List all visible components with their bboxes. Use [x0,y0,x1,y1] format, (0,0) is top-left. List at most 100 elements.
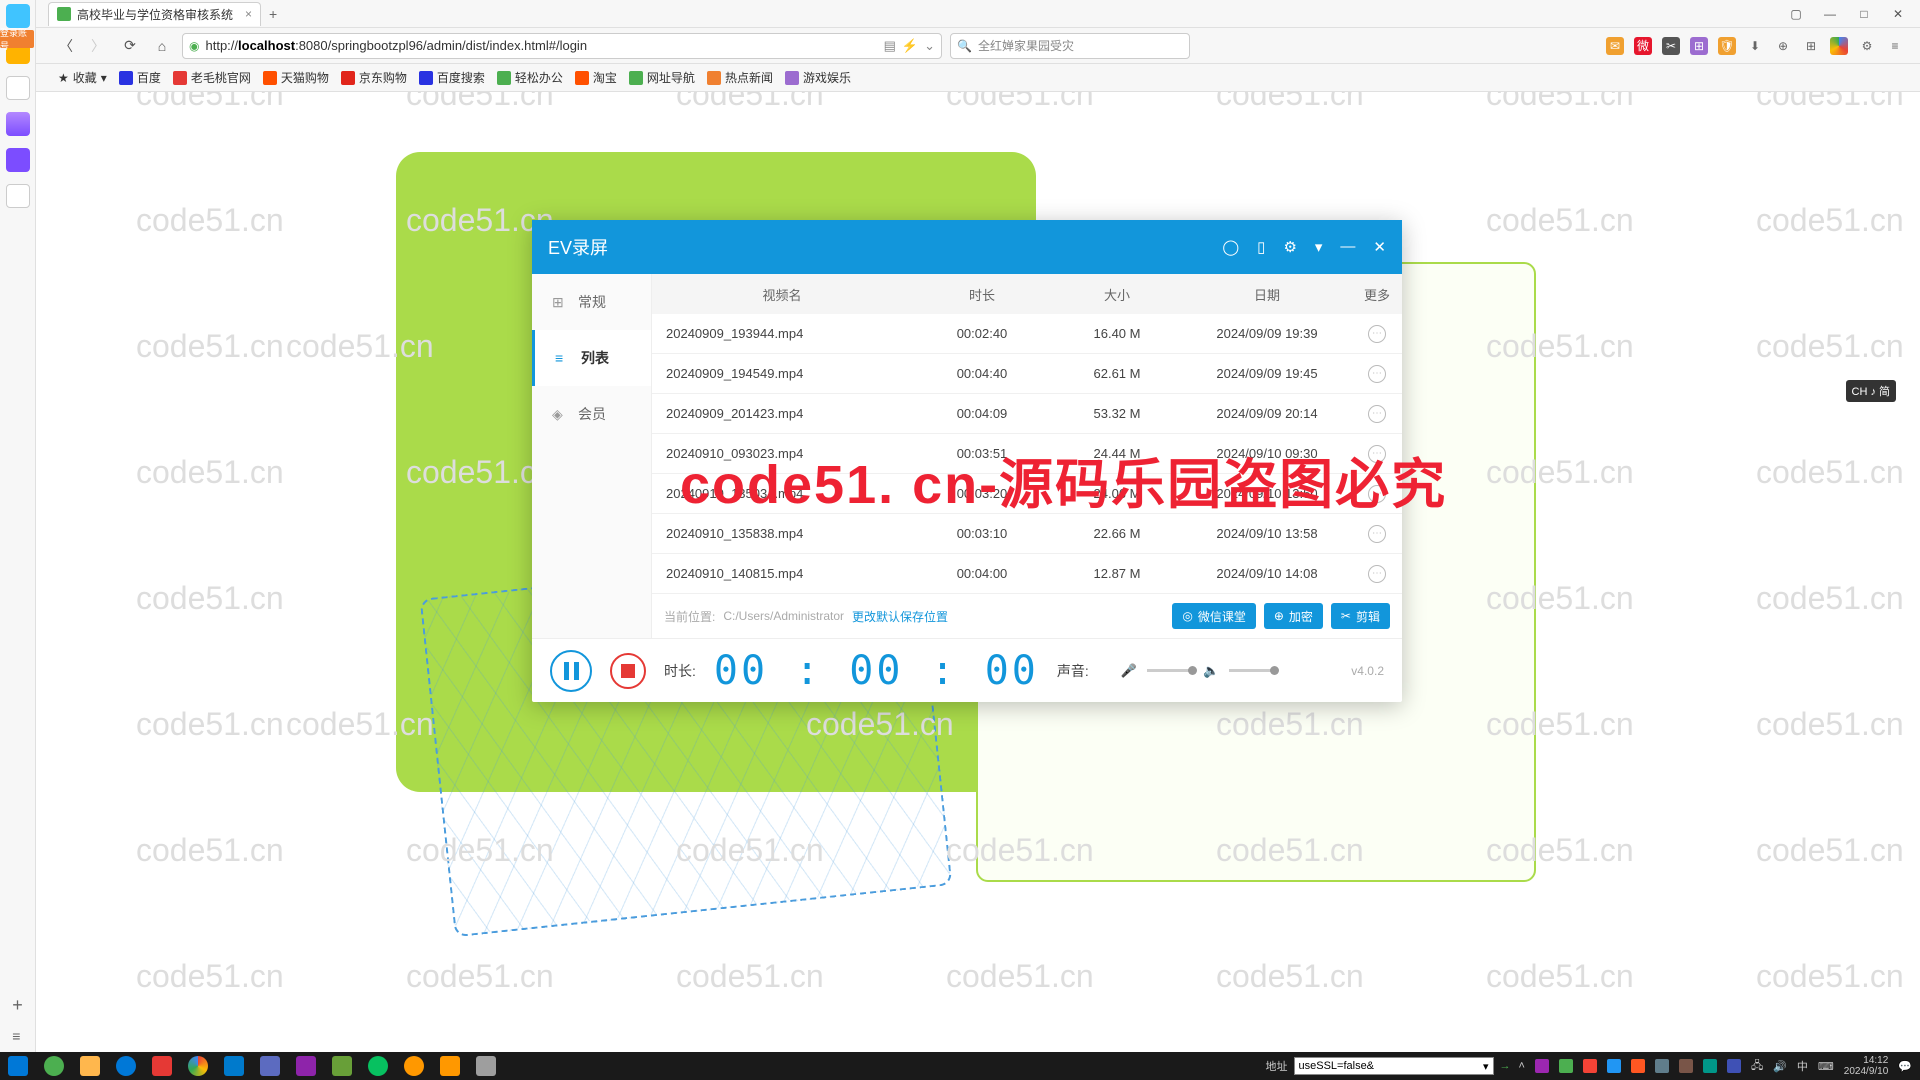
tray-icon[interactable] [1655,1059,1669,1073]
chevron-down-icon[interactable]: ⌄ [924,38,935,54]
dock-icon-5[interactable] [6,148,30,172]
gear-icon[interactable]: ⚙ [1858,37,1876,55]
tray-up-icon[interactable]: ˄ [1519,1060,1525,1072]
dock-add-button[interactable]: + [12,995,23,1016]
gear-icon[interactable]: ⚙ [1283,238,1296,256]
ev-title-bar[interactable]: EV录屏 ◯ ▯ ⚙ ▾ — ✕ [532,220,1402,274]
sidebar-item-list[interactable]: ≡ 列表 [532,330,651,386]
maximize-button[interactable]: □ [1850,4,1878,24]
dock-icon-3[interactable] [6,76,30,100]
chevron-down-icon[interactable]: ▾ [1315,238,1323,256]
tray-icon[interactable] [1703,1059,1717,1073]
ev-recorder-window[interactable]: EV录屏 ◯ ▯ ⚙ ▾ — ✕ ⊞ 常规 ≡ 列表 ◈ 会员 [532,220,1402,702]
tb-app5[interactable] [468,1052,504,1080]
tray-keyboard-icon[interactable]: ⌨ [1818,1060,1834,1073]
wechat-class-button[interactable]: ◎微信课堂 [1172,603,1256,629]
tb-explorer[interactable] [72,1052,108,1080]
dock-icon-1[interactable] [6,4,30,28]
speaker-icon[interactable]: 🔈 [1203,663,1219,679]
tray-volume-icon[interactable]: 🔊 [1773,1060,1787,1073]
tb-app1[interactable] [252,1052,288,1080]
layout-icon[interactable]: ▢ [1782,4,1810,24]
sidebar-item-member[interactable]: ◈ 会员 [532,386,651,442]
user-icon[interactable]: ◯ [1222,238,1239,256]
tray-icon[interactable] [1535,1059,1549,1073]
bookmark-games[interactable]: 游戏娱乐 [785,69,851,86]
tb-chrome[interactable] [180,1052,216,1080]
sidebar-item-normal[interactable]: ⊞ 常规 [532,274,651,330]
tb-wechat[interactable] [360,1052,396,1080]
close-button[interactable]: ✕ [1884,4,1912,24]
mic-slider[interactable] [1147,669,1193,672]
tb-360[interactable] [36,1052,72,1080]
change-location-link[interactable]: 更改默认保存位置 [852,608,948,625]
more-button[interactable]: ⋯ [1368,325,1386,343]
tb-vscode[interactable] [216,1052,252,1080]
more-button[interactable]: ⋯ [1368,405,1386,423]
cut-button[interactable]: ✂剪辑 [1331,603,1390,629]
table-row[interactable]: 20240910_140815.mp400:04:0012.87 M2024/0… [652,554,1402,594]
tb-wps[interactable] [144,1052,180,1080]
qr-icon[interactable]: ▤ [884,38,896,54]
bookmark-tmall[interactable]: 天猫购物 [263,69,329,86]
reload-button[interactable]: ⟳ [118,34,142,58]
tray-network-icon[interactable]: 🖧 [1751,1057,1763,1076]
tray-icon[interactable] [1559,1059,1573,1073]
home-button[interactable]: ⌂ [150,34,174,58]
bookmark-baidu[interactable]: 百度 [119,69,161,86]
tb-go-icon[interactable]: → [1500,1060,1511,1072]
tray-icon[interactable] [1727,1059,1741,1073]
bookmark-baidusearch[interactable]: 百度搜索 [419,69,485,86]
bookmark-news[interactable]: 热点新闻 [707,69,773,86]
back-button[interactable]: 〈 [54,34,78,58]
search-input[interactable]: 🔍 全红婵家果园受灾 [950,33,1190,59]
chrome-icon[interactable] [1830,37,1848,55]
more-button[interactable]: ⋯ [1368,485,1386,503]
flash-icon[interactable]: ⚡ [902,38,918,54]
tray-notification-icon[interactable]: 💬 [1898,1060,1912,1073]
more-button[interactable]: ⋯ [1368,525,1386,543]
more-button[interactable]: ⋯ [1368,565,1386,583]
dock-icon-6[interactable] [6,184,30,208]
tray-icon[interactable] [1631,1059,1645,1073]
bookmark-laomaotao[interactable]: 老毛桃官网 [173,69,251,86]
new-tab-button[interactable]: + [269,6,277,22]
dock-list-button[interactable]: ≡ [12,1028,23,1044]
bookmark-nav[interactable]: 网址导航 [629,69,695,86]
table-row[interactable]: 20240910_135838.mp400:03:1022.66 M2024/0… [652,514,1402,554]
menu-icon[interactable]: ≡ [1886,37,1904,55]
phone-icon[interactable]: ▯ [1257,238,1265,256]
minimize-icon[interactable]: — [1340,238,1355,256]
table-row[interactable]: 20240910_093023.mp400:03:5124.44 M2024/0… [652,434,1402,474]
bookmark-office[interactable]: 轻松办公 [497,69,563,86]
url-input[interactable]: ◉ http://localhost:8080/springbootzpl96/… [182,33,942,59]
bookmark-taobao[interactable]: 淘宝 [575,69,617,86]
tb-address-combo[interactable]: useSSL=false&▾ [1294,1057,1494,1075]
mail-icon[interactable]: ✉ [1606,37,1624,55]
tray-clock[interactable]: 14:12 2024/9/10 [1844,1055,1889,1077]
start-button[interactable] [0,1052,36,1080]
mic-icon[interactable]: 🎤 [1121,663,1137,679]
weibo-icon[interactable]: 微 [1634,37,1652,55]
dock-icon-4[interactable] [6,112,30,136]
tb-app2[interactable] [288,1052,324,1080]
plus-icon[interactable]: ⊕ [1774,37,1792,55]
tray-icon[interactable] [1583,1059,1597,1073]
favorites-button[interactable]: ★ 收藏 ▾ [58,69,107,86]
browser-tab[interactable]: 高校毕业与学位资格审核系统 × [48,2,261,26]
tray-ime-icon[interactable]: 中 [1797,1058,1808,1074]
table-row[interactable]: 20240909_201423.mp400:04:0953.32 M2024/0… [652,394,1402,434]
minimize-button[interactable]: — [1816,4,1844,24]
tray-icon[interactable] [1607,1059,1621,1073]
bookmark-jd[interactable]: 京东购物 [341,69,407,86]
table-row[interactable]: 20240910_135034.mp400:03:2024.06 M2024/0… [652,474,1402,514]
speaker-slider[interactable] [1229,669,1275,672]
tray-icon[interactable] [1679,1059,1693,1073]
download-icon[interactable]: ⬇ [1746,37,1764,55]
more-button[interactable]: ⋯ [1368,445,1386,463]
tb-app4[interactable] [396,1052,432,1080]
ime-badge[interactable]: CH ♪ 简 [1846,380,1897,402]
tb-app3[interactable] [324,1052,360,1080]
table-row[interactable]: 20240909_193944.mp400:02:4016.40 M2024/0… [652,314,1402,354]
more-button[interactable]: ⋯ [1368,365,1386,383]
